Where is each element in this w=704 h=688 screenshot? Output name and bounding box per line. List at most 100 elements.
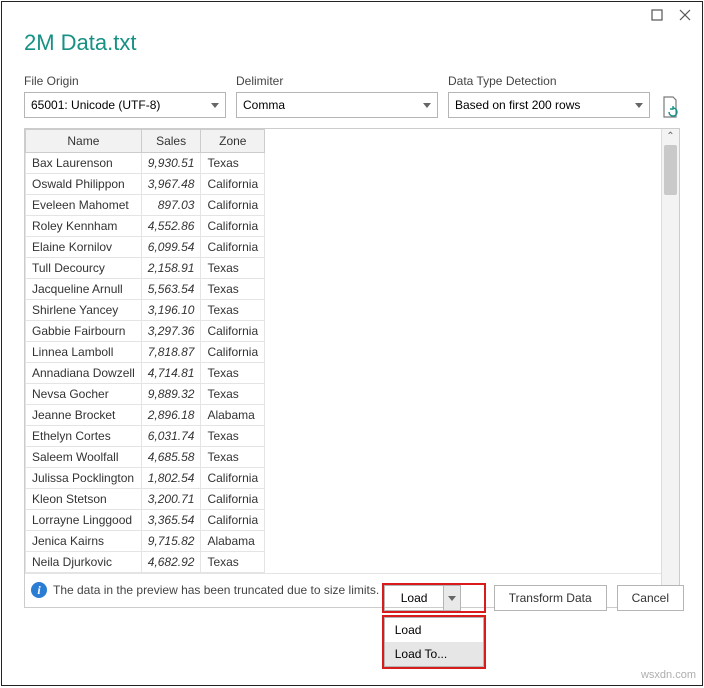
cell-sales: 3,196.10 xyxy=(141,300,201,321)
detection-value: Based on first 200 rows xyxy=(455,98,580,112)
cell-sales: 6,031.74 xyxy=(141,426,201,447)
load-split-button[interactable]: Load xyxy=(384,585,484,611)
cell-zone: California xyxy=(201,237,265,258)
cell-sales: 9,889.32 xyxy=(141,384,201,405)
cell-zone: Texas xyxy=(201,426,265,447)
detection-label: Data Type Detection xyxy=(448,74,650,88)
cell-sales: 4,682.92 xyxy=(141,552,201,573)
cell-name: Nevsa Gocher xyxy=(26,384,142,405)
menu-load-to[interactable]: Load To... xyxy=(385,642,483,666)
delimiter-dropdown[interactable]: Comma xyxy=(236,92,438,118)
info-icon: i xyxy=(31,582,47,598)
cell-name: Jeanne Brocket xyxy=(26,405,142,426)
table-row: Neila Djurkovic4,682.92Texas xyxy=(26,552,265,573)
file-origin-dropdown[interactable]: 65001: Unicode (UTF-8) xyxy=(24,92,226,118)
chevron-down-icon xyxy=(423,103,431,108)
scroll-up-icon[interactable]: ⌃ xyxy=(662,131,679,142)
table-row: Eveleen Mahomet897.03California xyxy=(26,195,265,216)
table-row: Linnea Lamboll7,818.87California xyxy=(26,342,265,363)
menu-load[interactable]: Load xyxy=(385,618,483,642)
cell-name: Eveleen Mahomet xyxy=(26,195,142,216)
cell-zone: California xyxy=(201,321,265,342)
detection-dropdown[interactable]: Based on first 200 rows xyxy=(448,92,650,118)
cell-name: Lorrayne Linggood xyxy=(26,510,142,531)
cell-sales: 4,552.86 xyxy=(141,216,201,237)
cell-name: Oswald Philippon xyxy=(26,174,142,195)
cell-name: Roley Kennham xyxy=(26,216,142,237)
load-menu: Load Load To... xyxy=(384,617,484,667)
table-row: Gabbie Fairbourn3,297.36California xyxy=(26,321,265,342)
cancel-button[interactable]: Cancel xyxy=(617,585,684,611)
cell-zone: Alabama xyxy=(201,531,265,552)
cell-zone: California xyxy=(201,510,265,531)
delimiter-label: Delimiter xyxy=(236,74,438,88)
cell-sales: 2,158.91 xyxy=(141,258,201,279)
file-origin-label: File Origin xyxy=(24,74,226,88)
table-row: Saleem Woolfall4,685.58Texas xyxy=(26,447,265,468)
table-row: Jacqueline Arnull5,563.54Texas xyxy=(26,279,265,300)
table-row: Elaine Kornilov6,099.54California xyxy=(26,237,265,258)
cell-sales: 6,099.54 xyxy=(141,237,201,258)
load-dropdown-toggle[interactable] xyxy=(443,585,461,611)
chevron-down-icon xyxy=(448,596,456,601)
file-origin-value: 65001: Unicode (UTF-8) xyxy=(31,98,160,112)
scrollbar-thumb[interactable] xyxy=(664,145,677,195)
cell-zone: Alabama xyxy=(201,405,265,426)
cell-zone: California xyxy=(201,216,265,237)
table-row: Shirlene Yancey3,196.10Texas xyxy=(26,300,265,321)
table-row: Roley Kennham4,552.86California xyxy=(26,216,265,237)
load-button[interactable]: Load xyxy=(384,585,444,611)
col-zone: Zone xyxy=(201,130,265,153)
cell-name: Julissa Pocklington xyxy=(26,468,142,489)
table-row: Jenica Kairns9,715.82Alabama xyxy=(26,531,265,552)
dialog-title: 2M Data.txt xyxy=(24,30,680,56)
cell-sales: 3,365.54 xyxy=(141,510,201,531)
cell-sales: 1,802.54 xyxy=(141,468,201,489)
chevron-down-icon xyxy=(635,103,643,108)
vertical-scrollbar[interactable]: ⌃ ⌄ xyxy=(661,129,679,607)
cell-zone: Texas xyxy=(201,300,265,321)
table-row: Bax Laurenson9,930.51Texas xyxy=(26,153,265,174)
table-row: Ethelyn Cortes6,031.74Texas xyxy=(26,426,265,447)
cell-zone: Texas xyxy=(201,552,265,573)
cell-sales: 3,200.71 xyxy=(141,489,201,510)
truncated-message: The data in the preview has been truncat… xyxy=(53,583,379,597)
cell-name: Kleon Stetson xyxy=(26,489,142,510)
cell-name: Saleem Woolfall xyxy=(26,447,142,468)
delimiter-value: Comma xyxy=(243,98,285,112)
preview-table: Name Sales Zone Bax Laurenson9,930.51Tex… xyxy=(25,129,265,573)
cell-zone: Texas xyxy=(201,363,265,384)
table-row: Jeanne Brocket2,896.18Alabama xyxy=(26,405,265,426)
cell-zone: Texas xyxy=(201,153,265,174)
cell-sales: 9,930.51 xyxy=(141,153,201,174)
table-row: Julissa Pocklington1,802.54California xyxy=(26,468,265,489)
close-button[interactable] xyxy=(678,8,692,22)
cell-name: Neila Djurkovic xyxy=(26,552,142,573)
cell-name: Gabbie Fairbourn xyxy=(26,321,142,342)
cell-sales: 5,563.54 xyxy=(141,279,201,300)
chevron-down-icon xyxy=(211,103,219,108)
watermark: wsxdn.com xyxy=(641,669,696,681)
table-row: Lorrayne Linggood3,365.54California xyxy=(26,510,265,531)
cell-sales: 7,818.87 xyxy=(141,342,201,363)
maximize-button[interactable] xyxy=(650,8,664,22)
cell-sales: 4,685.58 xyxy=(141,447,201,468)
cell-name: Linnea Lamboll xyxy=(26,342,142,363)
cell-sales: 897.03 xyxy=(141,195,201,216)
cell-sales: 2,896.18 xyxy=(141,405,201,426)
cell-zone: California xyxy=(201,468,265,489)
cell-name: Jacqueline Arnull xyxy=(26,279,142,300)
cell-sales: 4,714.81 xyxy=(141,363,201,384)
cell-sales: 3,297.36 xyxy=(141,321,201,342)
cell-sales: 9,715.82 xyxy=(141,531,201,552)
transform-data-button[interactable]: Transform Data xyxy=(494,585,607,611)
cell-name: Annadiana Dowzell xyxy=(26,363,142,384)
cell-zone: Texas xyxy=(201,384,265,405)
col-sales: Sales xyxy=(141,130,201,153)
cell-zone: California xyxy=(201,174,265,195)
refresh-icon[interactable] xyxy=(660,92,680,118)
cell-name: Ethelyn Cortes xyxy=(26,426,142,447)
cell-zone: California xyxy=(201,489,265,510)
cell-zone: California xyxy=(201,342,265,363)
cell-zone: Texas xyxy=(201,447,265,468)
